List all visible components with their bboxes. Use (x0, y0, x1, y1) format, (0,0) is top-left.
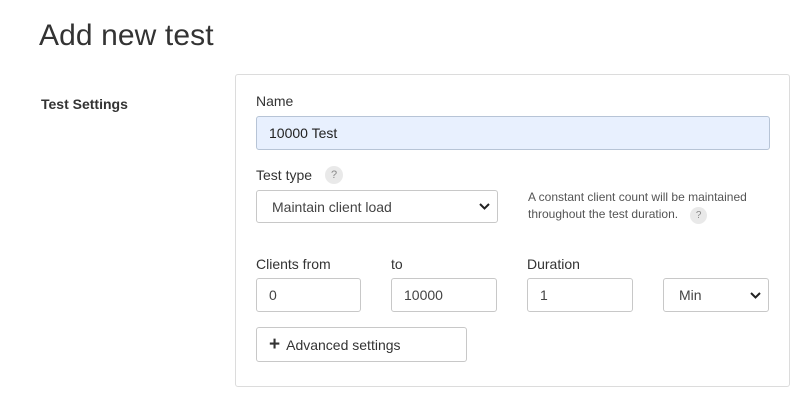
clients-to-label: to (391, 256, 403, 272)
clients-to-input[interactable]: 10000 (391, 278, 497, 312)
chevron-down-icon (477, 200, 491, 214)
name-label: Name (256, 93, 294, 109)
name-input[interactable]: 10000 Test (256, 116, 770, 150)
test-type-select[interactable]: Maintain client load (256, 190, 498, 223)
duration-label: Duration (527, 256, 580, 272)
section-label-test-settings: Test Settings (41, 96, 128, 112)
test-type-description-line1: A constant client count will be maintain… (528, 190, 747, 204)
page-title: Add new test (39, 19, 214, 52)
advanced-settings-button[interactable]: + Advanced settings (256, 327, 467, 362)
duration-unit-selected: Min (679, 287, 702, 303)
description-help-icon[interactable]: ? (690, 207, 708, 224)
test-type-help-icon[interactable]: ? (325, 166, 343, 184)
test-type-selected: Maintain client load (272, 198, 392, 215)
clients-from-value: 0 (269, 287, 277, 303)
test-type-description-line2: throughout the test duration. (528, 207, 679, 221)
duration-input[interactable]: 1 (527, 278, 633, 312)
chevron-down-icon (748, 288, 762, 302)
test-type-description: A constant client count will be maintain… (528, 189, 760, 224)
advanced-settings-label: Advanced settings (286, 336, 401, 353)
clients-from-label: Clients from (256, 256, 331, 272)
test-settings-panel: Name 10000 Test Test type ? Maintain cli… (235, 74, 790, 387)
test-type-label: Test type (256, 167, 313, 183)
duration-value: 1 (540, 287, 548, 303)
clients-from-input[interactable]: 0 (256, 278, 361, 312)
clients-to-value: 10000 (404, 287, 443, 303)
duration-unit-select[interactable]: Min (663, 278, 769, 312)
plus-icon: + (269, 334, 281, 355)
name-input-value: 10000 Test (269, 125, 338, 141)
